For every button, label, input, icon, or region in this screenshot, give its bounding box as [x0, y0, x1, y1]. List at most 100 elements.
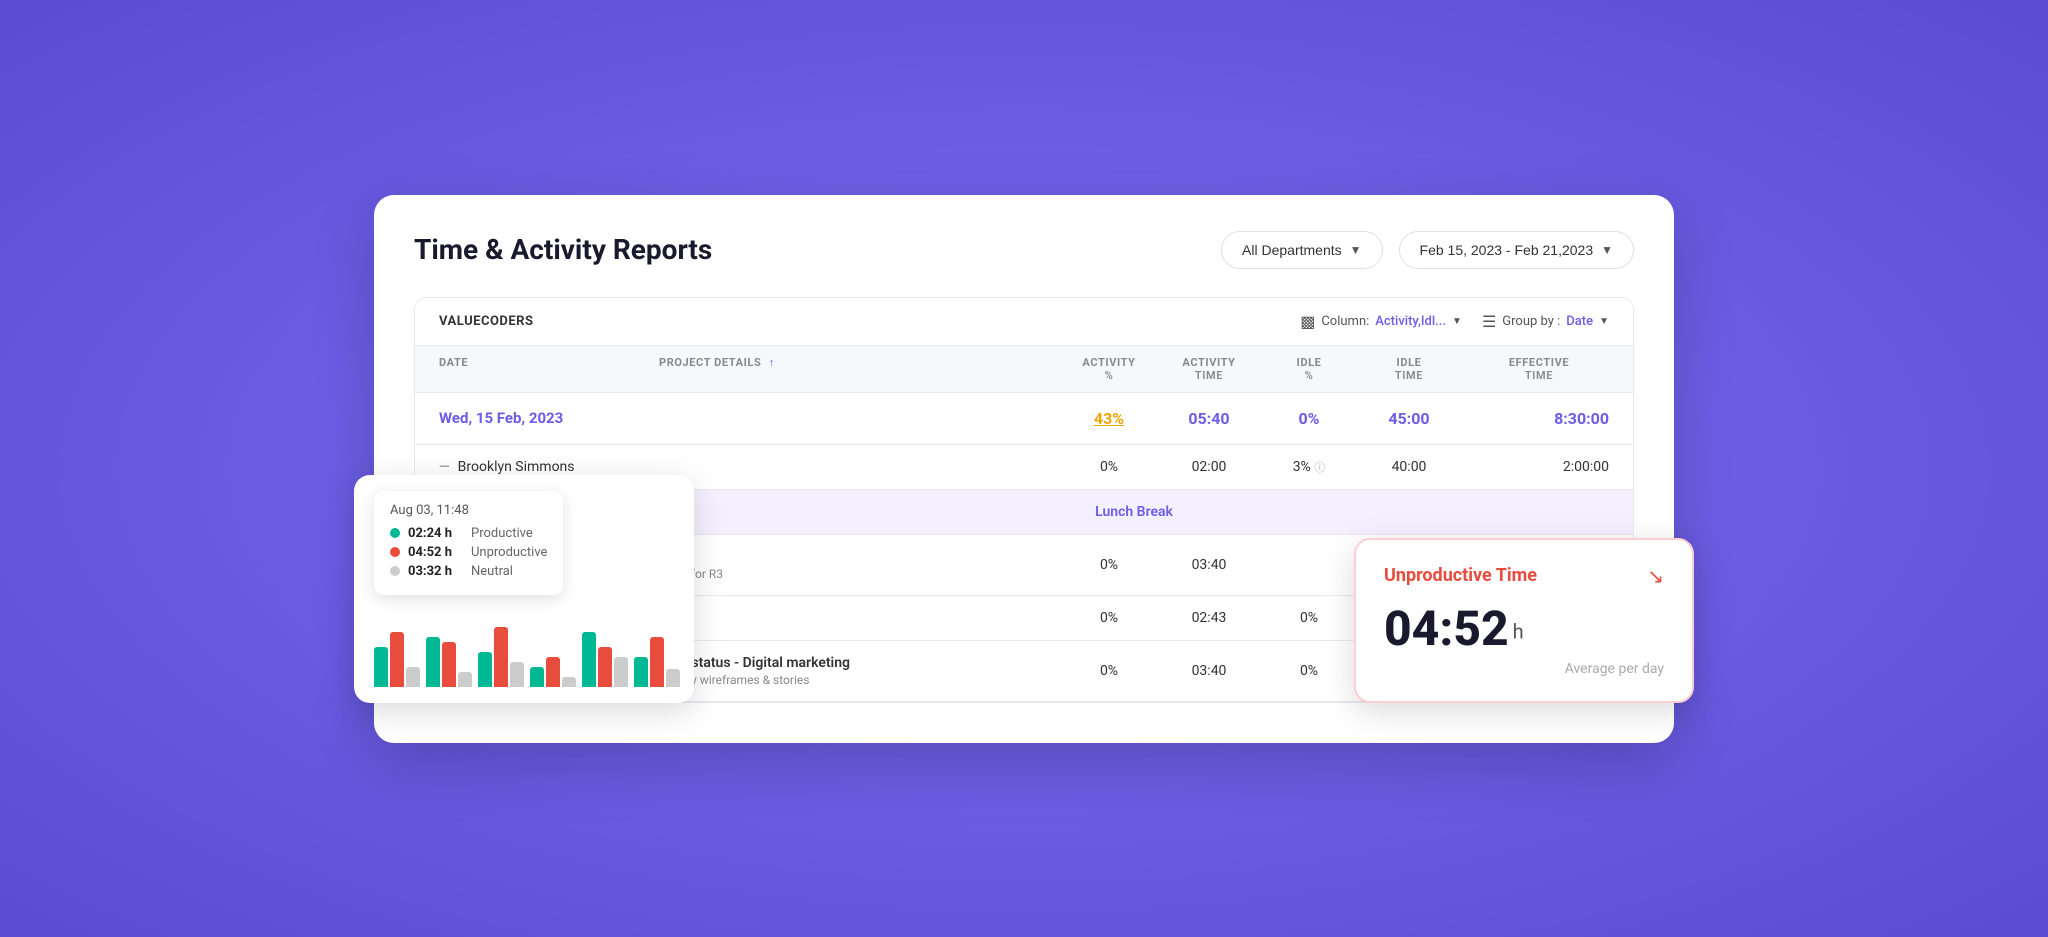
bar-unproductive — [650, 637, 664, 687]
chevron-down-icon: ▼ — [1601, 243, 1613, 257]
project-info-3: Workstatus - Digital marketing Review wi… — [659, 655, 1069, 687]
sort-icon[interactable]: ↑ — [769, 356, 775, 369]
departments-dropdown[interactable]: All Departments ▼ — [1221, 231, 1382, 269]
productive-time: 02:24 h — [408, 526, 463, 541]
col-act-pct: ACTIVITY % — [1069, 356, 1149, 382]
col-date: DATE — [439, 356, 659, 382]
unprod-title: Unproductive Time — [1384, 565, 1537, 586]
groupby-icon: ☰ — [1482, 312, 1496, 331]
bar-group-5 — [582, 632, 628, 687]
company-label: VALUECODERS — [439, 314, 534, 329]
tooltip-row-neutral: 03:32 h Neutral — [390, 564, 547, 579]
chevron-down-icon: ▼ — [1350, 243, 1362, 257]
bar-productive — [426, 637, 440, 687]
groupby-label: Group by : — [1502, 314, 1560, 329]
column-label: Column: — [1321, 314, 1369, 329]
unproductive-dot — [390, 547, 400, 557]
effective-time: 8:30:00 — [1469, 409, 1609, 428]
idle-time: 45:00 — [1349, 409, 1469, 428]
col-act-time: ACTIVITY TIME — [1149, 356, 1269, 382]
main-card: Time & Activity Reports All Departments … — [374, 195, 1674, 743]
bar-neutral — [666, 669, 680, 687]
date-range-dropdown[interactable]: Feb 15, 2023 - Feb 21,2023 ▼ — [1399, 231, 1634, 269]
bar-productive — [530, 667, 544, 687]
proj3-act-time: 03:40 — [1149, 663, 1269, 679]
unproductive-time: 04:52 h — [408, 545, 463, 560]
bar-productive — [582, 632, 596, 687]
unprod-unit: h — [1513, 619, 1524, 643]
bar-productive — [374, 647, 388, 687]
unproductive-label: Unproductive — [471, 545, 547, 560]
header-controls: All Departments ▼ Feb 15, 2023 - Feb 21,… — [1221, 231, 1634, 269]
neutral-time: 03:32 h — [408, 564, 463, 579]
activity-pct: 43% — [1069, 409, 1149, 428]
chevron-down-icon: ▼ — [1452, 316, 1462, 327]
person-idle-time: 40:00 — [1349, 459, 1469, 475]
date-range-label: Feb 15, 2023 - Feb 21,2023 — [1420, 242, 1594, 258]
unproductive-card: Unproductive Time ↘ 04:52 h Average per … — [1354, 538, 1694, 703]
dash-icon: — — [439, 459, 450, 475]
unprod-value: 04:52 — [1384, 600, 1509, 657]
bar-group-2 — [426, 637, 472, 687]
column-value: Activity,Idl... — [1375, 314, 1446, 329]
chart-card: Aug 03, 11:48 02:24 h Productive 04:52 h… — [354, 475, 694, 703]
col-idle-time: IDLE TIME — [1349, 356, 1469, 382]
person-name: — Brooklyn Simmons — [439, 459, 659, 475]
departments-label: All Departments — [1242, 242, 1342, 258]
unprod-sub: Average per day — [1384, 661, 1664, 677]
bar-neutral — [406, 667, 420, 687]
bar-unproductive — [546, 657, 560, 687]
project-info-1: ..s e List for R3 — [659, 549, 1069, 581]
page-header: Time & Activity Reports All Departments … — [414, 231, 1634, 269]
person-act-time: 02:00 — [1149, 459, 1269, 475]
trend-down-icon: ↘ — [1647, 564, 1664, 588]
idle-pct: 0% — [1269, 409, 1349, 428]
tooltip-row-unproductive: 04:52 h Unproductive — [390, 545, 547, 560]
bar-unproductive — [442, 642, 456, 687]
column-control[interactable]: ▩ Column: Activity,Idl... ▼ — [1300, 312, 1462, 331]
bar-unproductive — [390, 632, 404, 687]
person-act-pct: 0% — [1069, 459, 1149, 475]
proj2-act-time: 02:43 — [1149, 610, 1269, 626]
bar-productive — [634, 657, 648, 687]
proj3-act-pct: 0% — [1069, 663, 1149, 679]
column-icon: ▩ — [1300, 312, 1315, 331]
bar-neutral — [510, 662, 524, 687]
unprod-value-row: 04:52 h — [1384, 600, 1664, 657]
bar-group-3 — [478, 627, 524, 687]
bar-unproductive — [598, 647, 612, 687]
groupby-control[interactable]: ☰ Group by : Date ▼ — [1482, 312, 1609, 331]
bar-group-1 — [374, 632, 420, 687]
highlight-project: Lunch Break — [659, 504, 1609, 520]
neutral-dot — [390, 566, 400, 576]
person-eff-time: 2:00:00 — [1469, 459, 1609, 475]
neutral-label: Neutral — [471, 564, 513, 579]
bar-unproductive — [494, 627, 508, 687]
activity-time: 05:40 — [1149, 409, 1269, 428]
chart-bars — [374, 607, 674, 687]
bar-group-4 — [530, 657, 576, 687]
groupby-value: Date — [1566, 314, 1593, 329]
date-group-row: Wed, 15 Feb, 2023 43% 05:40 0% 45:00 8:3… — [415, 393, 1633, 445]
toolbar-right: ▩ Column: Activity,Idl... ▼ ☰ Group by :… — [1300, 312, 1609, 331]
proj2-act-pct: 0% — [1069, 610, 1149, 626]
productive-dot — [390, 528, 400, 538]
table-head: DATE PROJECT DETAILS ↑ ACTIVITY % ACTIVI… — [415, 346, 1633, 393]
chart-tooltip: Aug 03, 11:48 02:24 h Productive 04:52 h… — [374, 491, 563, 595]
productive-label: Productive — [471, 526, 533, 541]
col-idle-pct: IDLE % — [1269, 356, 1349, 382]
person-idle-pct: 3% ⓘ — [1269, 459, 1349, 475]
unprod-header: Unproductive Time ↘ — [1384, 564, 1664, 588]
info-icon[interactable]: ⓘ — [1314, 461, 1325, 474]
col-project: PROJECT DETAILS ↑ — [659, 356, 1069, 382]
proj1-act-pct: 0% — [1069, 557, 1149, 573]
bar-group-6 — [634, 637, 680, 687]
chevron-down-icon: ▼ — [1599, 316, 1609, 327]
bar-neutral — [614, 657, 628, 687]
col-eff-time: EFFECTIVE TIME — [1469, 356, 1609, 382]
proj3-idle-pct: 0% — [1269, 663, 1349, 679]
bar-productive — [478, 652, 492, 687]
page-title: Time & Activity Reports — [414, 233, 712, 266]
bar-neutral — [562, 677, 576, 687]
bar-neutral — [458, 672, 472, 687]
